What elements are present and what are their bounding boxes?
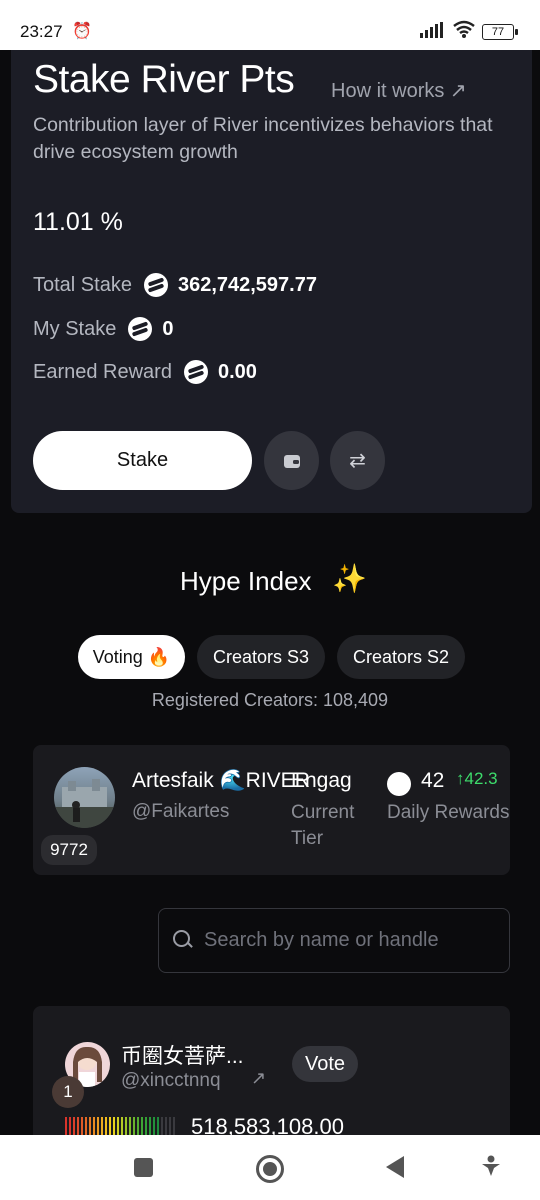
sparkle-icon: ✨ (332, 563, 367, 594)
creator-handle: @Faikartes (132, 801, 230, 822)
earned-reward-row: Earned Reward 0.00 (33, 360, 257, 384)
current-tier-label: Current Tier (291, 802, 355, 849)
system-navigation-bar (0, 1135, 540, 1200)
tab-creators-s3[interactable]: Creators S3 (197, 635, 325, 679)
creator-handle: @xincctnnq (121, 1070, 221, 1091)
swap-button[interactable]: ⇄ (330, 431, 385, 490)
back-button[interactable] (386, 1156, 404, 1178)
signal-icon (420, 22, 444, 43)
search-icon (173, 930, 190, 947)
my-stake-row: My Stake 0 (33, 317, 173, 341)
earned-reward-value: 0.00 (217, 360, 257, 383)
vote-button[interactable]: Vote (292, 1046, 358, 1082)
accessibility-icon[interactable] (481, 1155, 501, 1183)
page-title: Stake River Pts (33, 58, 295, 101)
wifi-icon (452, 20, 476, 43)
total-stake-value: 362,742,597.77 (177, 273, 317, 296)
wallet-button[interactable] (264, 431, 319, 490)
status-bar: 23:27 ⏰ 77 (0, 0, 540, 50)
tier-value: Engag (291, 769, 352, 792)
tab-creators-s2[interactable]: Creators S2 (337, 635, 465, 679)
rank-badge: 1 (52, 1076, 84, 1108)
status-time: 23:27 (20, 22, 63, 41)
wallet-icon (283, 454, 300, 468)
stake-button[interactable]: Stake (33, 431, 252, 490)
stake-subtitle: Contribution layer of River incentivizes… (33, 114, 493, 163)
river-coin-icon (128, 317, 153, 341)
search-placeholder: Search by name or handle (204, 929, 439, 951)
list-item[interactable]: 1 币圈女菩萨... @xincctnnq ↗ Vote 518,583,108… (33, 1006, 510, 1146)
creator-name: Artesfaik 🌊RIVER (132, 769, 310, 792)
rank-badge: 9772 (41, 835, 97, 865)
total-stake-label: Total Stake (33, 273, 132, 296)
my-creator-card[interactable]: 9772 Artesfaik 🌊RIVER @Faikartes Engag C… (33, 745, 510, 875)
alarm-icon: ⏰ (72, 23, 92, 40)
search-input[interactable]: Search by name or handle (158, 908, 510, 973)
external-link-icon[interactable]: ↗ (251, 1068, 266, 1089)
registered-creators: Registered Creators: 108,409 (151, 690, 389, 710)
how-it-works-link[interactable]: How it works ↗ (331, 78, 467, 103)
daily-rewards-change: ↑42.3 (456, 769, 498, 788)
home-button[interactable] (256, 1155, 284, 1183)
my-stake-label: My Stake (33, 317, 117, 340)
apy-value: 11.01 % (33, 208, 123, 236)
my-stake-value: 0 (162, 317, 174, 340)
river-coin-icon (183, 360, 208, 384)
creator-name: 币圈女菩萨... (121, 1045, 244, 1068)
hype-meter (65, 1117, 175, 1137)
tab-voting[interactable]: Voting 🔥 (78, 635, 185, 679)
stake-card: Stake River Pts How it works ↗ Contribut… (11, 50, 532, 513)
swap-icon: ⇄ (349, 450, 366, 472)
battery-icon: 77 (482, 24, 518, 40)
hype-index-title: Hype Index (180, 566, 312, 596)
daily-rewards-label: Daily Rewards (387, 802, 510, 823)
daily-rewards-value: 42 (421, 769, 445, 792)
recents-button[interactable] (134, 1158, 153, 1177)
river-coin-icon (143, 273, 168, 297)
river-coin-icon (387, 772, 411, 796)
avatar (54, 767, 115, 828)
earned-reward-label: Earned Reward (33, 360, 172, 383)
total-stake-row: Total Stake 362,742,597.77 (33, 273, 317, 297)
